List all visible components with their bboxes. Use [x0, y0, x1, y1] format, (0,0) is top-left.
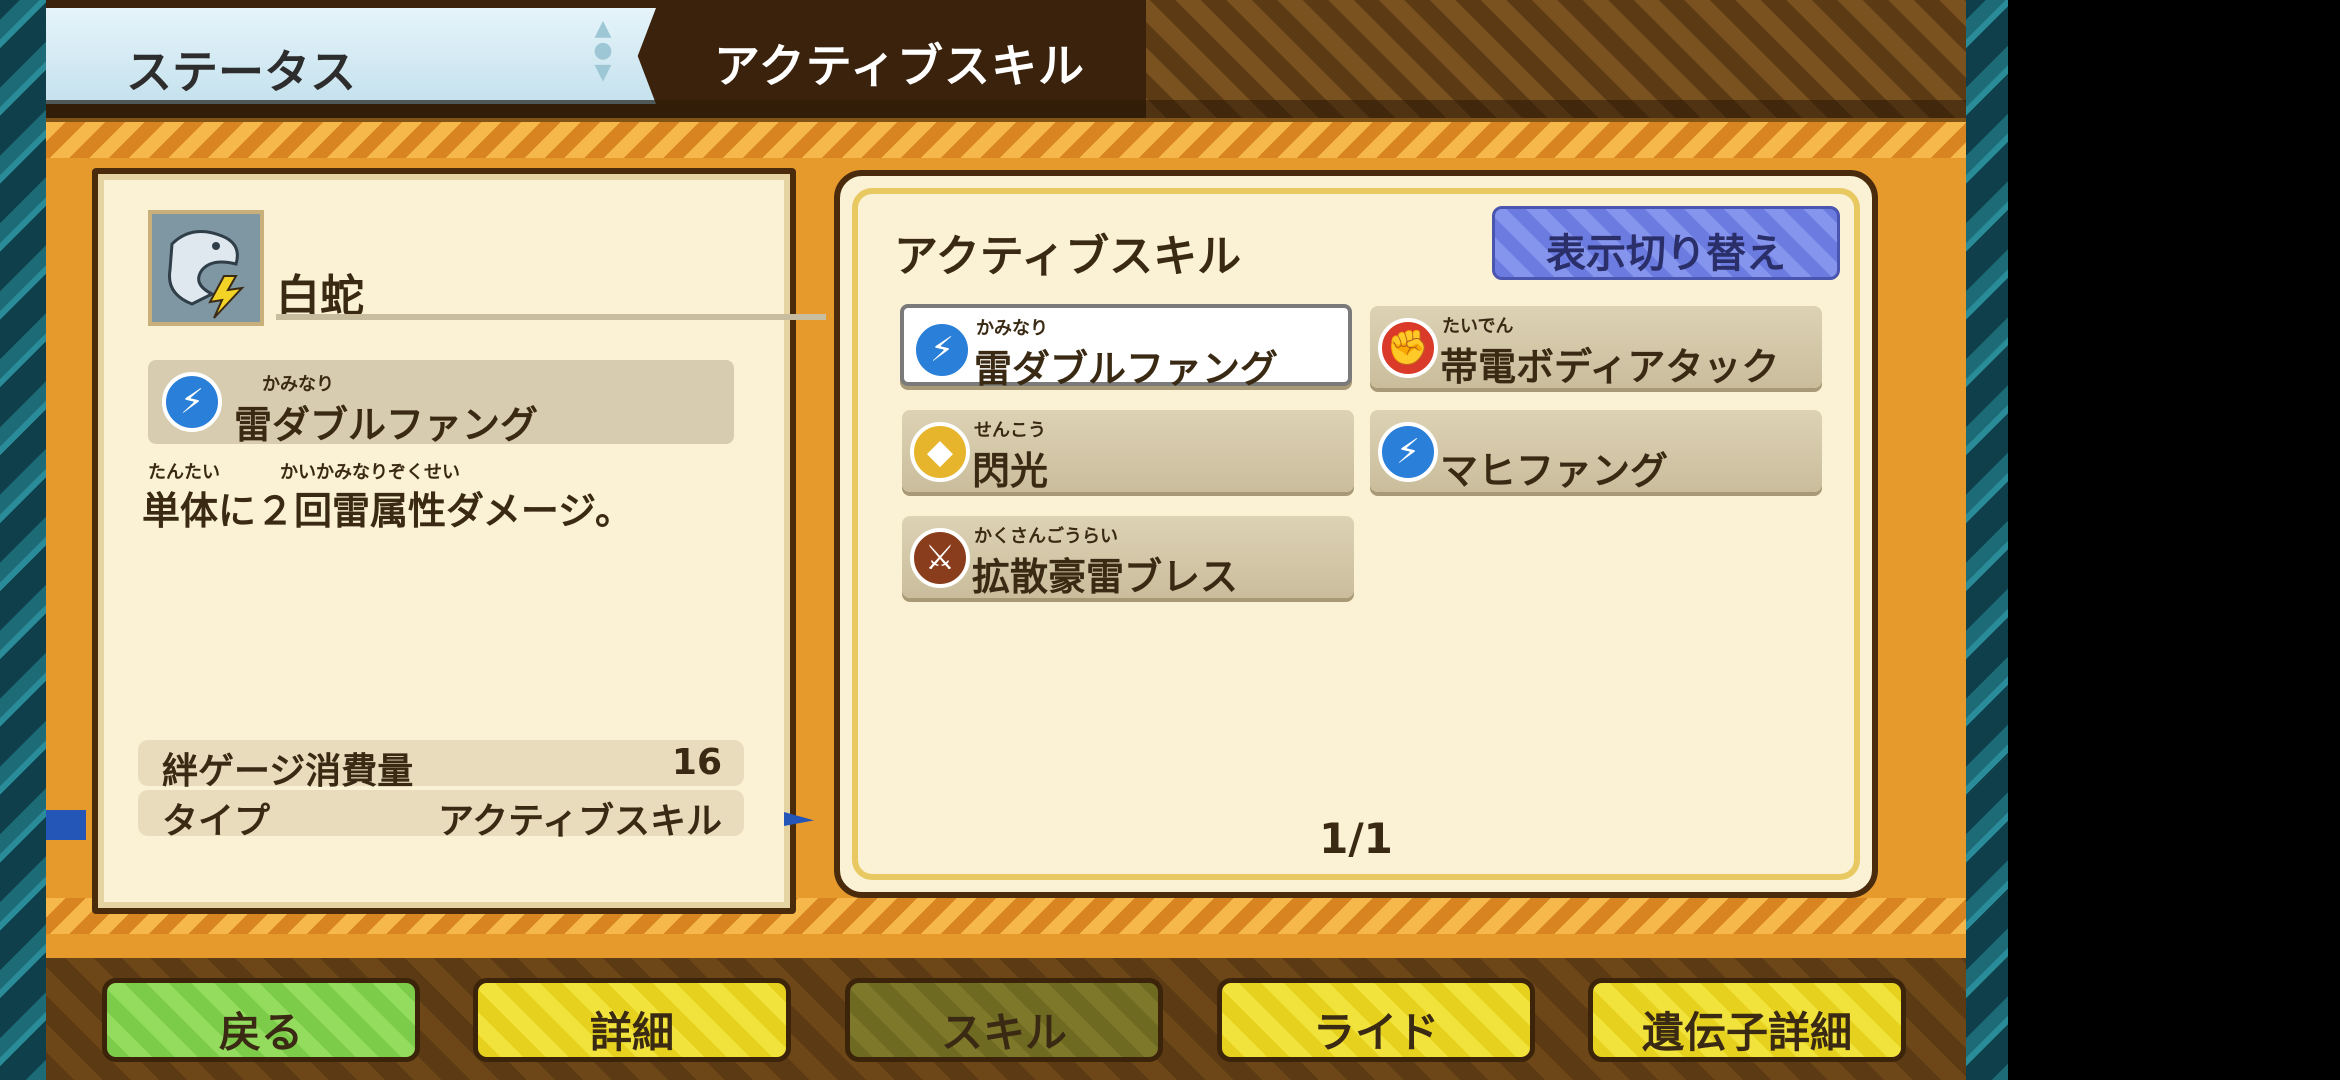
skill-description: 単体に２回雷属性ダメージ。 [142, 489, 633, 533]
skills-panel-title: アクティブスキル [894, 231, 1242, 282]
back-button-label: 戻る [218, 1008, 303, 1057]
gene-detail-button[interactable]: 遺伝子詳細 [1588, 978, 1906, 1062]
skill-name: 帯電ボディアタック [1440, 345, 1780, 389]
active-skills-panel: アクティブスキル 表示切り替え ⚡ かみなり 雷ダブルファング ✊ たいでん 帯… [834, 170, 1878, 898]
skill-button-charged-body-attack[interactable]: ✊ たいでん 帯電ボディアタック [1370, 306, 1822, 389]
monster-portrait-image [152, 214, 260, 322]
stat-row-bond-cost: 絆ゲージ消費量 16 [138, 740, 744, 792]
stat-value: アクティブスキル [437, 801, 722, 842]
status-tab-label: ステータス [126, 45, 356, 99]
letterbox-area [2008, 0, 2340, 1080]
back-button[interactable]: 戻る [102, 978, 420, 1062]
name-divider [276, 314, 826, 320]
lightning-skill-icon: ⚡ [1378, 422, 1438, 482]
sword-skill-icon: ⚔ [910, 528, 970, 588]
skill-button[interactable]: スキル [845, 978, 1163, 1062]
left-border-pattern [0, 0, 46, 1080]
skill-info-panel: 白蛇 ⚡ かみなり 雷ダブルファング たんたい かいかみなりぞくせい 単体に２回… [92, 168, 826, 914]
monster-tail-decoration [46, 810, 86, 840]
header-shadow [46, 100, 1966, 122]
ride-button-label: ライド [1312, 1008, 1439, 1057]
detail-button-label: 詳細 [589, 1008, 674, 1057]
zigzag-border-top [46, 122, 1966, 158]
skill-button-paralysis-fang[interactable]: ⚡ マヒファング [1370, 410, 1822, 493]
skill-ruby: たいでん [1442, 316, 1514, 337]
power-skill-icon: ✊ [1378, 318, 1438, 378]
lightning-skill-icon: ⚡ [162, 372, 222, 432]
selected-skill-header: ⚡ かみなり 雷ダブルファング [148, 360, 734, 447]
skill-button-flash[interactable]: ◆ せんこう 閃光 [902, 410, 1354, 493]
skill-name: マヒファング [1440, 449, 1669, 493]
skill-ruby: かくさんごうらい [974, 526, 1118, 547]
stat-label: タイプ [162, 801, 271, 842]
game-screen: ステータス ▲ ● ▼ アクティブスキル 白蛇 ⚡ かみなり 雷ダブルファング たん… [0, 0, 1968, 1080]
display-toggle-label: 表示切り替え [1546, 231, 1786, 277]
page-title: アクティブスキル [714, 39, 1085, 93]
stat-row-type: タイプ アクティブスキル [138, 790, 744, 842]
tab-switch-arrows-icon[interactable]: ▲ ● ▼ [590, 18, 616, 90]
right-border-pattern [1966, 0, 2008, 1080]
lightning-skill-icon: ⚡ [912, 320, 972, 380]
status-tab[interactable]: ステータス [46, 8, 656, 104]
page-indicator: 1/1 [1319, 814, 1393, 863]
skill-ruby: かみなり [976, 318, 1048, 339]
monster-wing-decoration [784, 812, 814, 826]
skill-button-label: スキル [940, 1008, 1067, 1057]
skill-name: 閃光 [972, 449, 1049, 493]
detail-button[interactable]: 詳細 [473, 978, 791, 1062]
selected-skill-ruby: かみなり [262, 374, 334, 395]
shield-skill-icon: ◆ [910, 422, 970, 482]
white-serpent-portrait-icon [148, 210, 264, 326]
gene-detail-button-label: 遺伝子詳細 [1641, 1008, 1852, 1057]
skill-name: 拡散豪雷ブレス [972, 555, 1239, 599]
skill-button-thunder-double-fang[interactable]: ⚡ かみなり 雷ダブルファング [900, 304, 1352, 391]
display-toggle-button[interactable]: 表示切り替え [1492, 206, 1840, 280]
selected-skill-name: 雷ダブルファング [234, 403, 539, 447]
ride-button[interactable]: ライド [1217, 978, 1535, 1062]
skill-button-diffuse-thunder-breath[interactable]: ⚔ かくさんごうらい 拡散豪雷ブレス [902, 516, 1354, 599]
skill-name: 雷ダブルファング [974, 347, 1279, 391]
stat-label: 絆ゲージ消費量 [162, 751, 414, 792]
skill-ruby: せんこう [974, 420, 1046, 441]
stat-value: 16 [671, 742, 722, 783]
